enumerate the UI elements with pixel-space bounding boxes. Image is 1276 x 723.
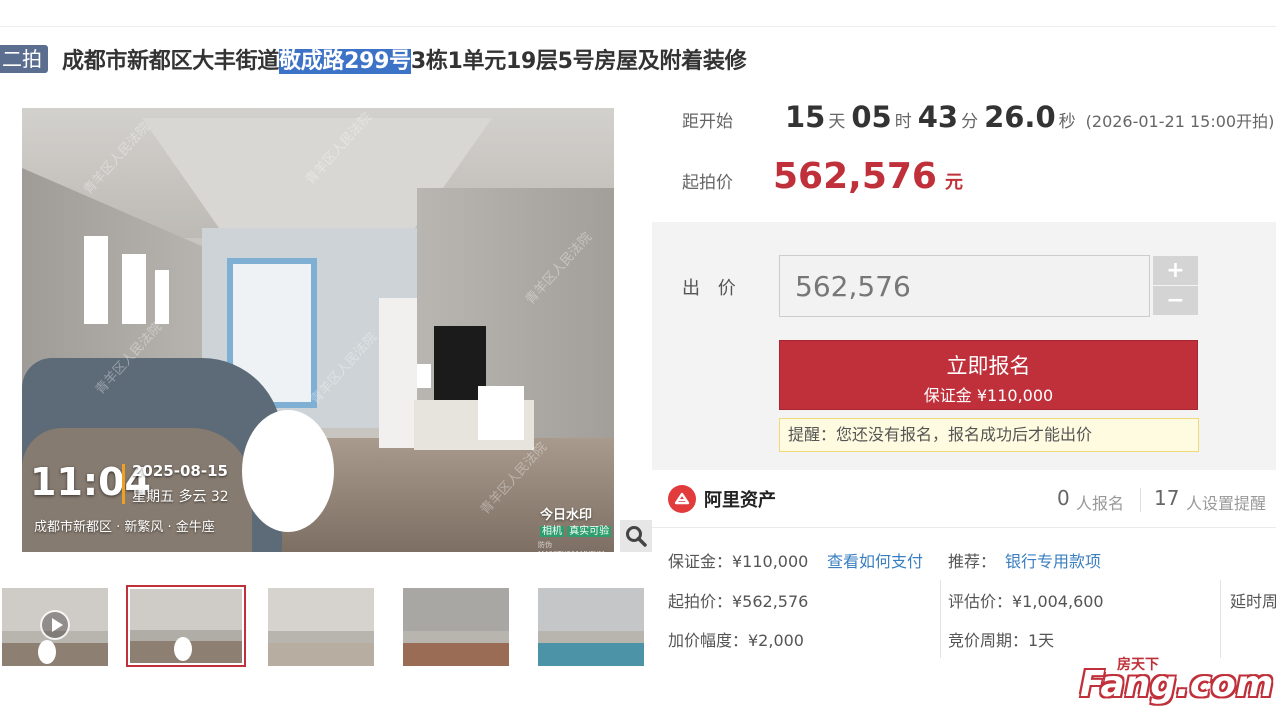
listing-title-row: 二拍 成都市新都区大丰街道敬成路299号3栋1单元19层5号房屋及附着装修 — [0, 43, 747, 75]
bank-payment-link[interactable]: 银行专用款项 — [1005, 548, 1101, 572]
start-price-detail: 起拍价：¥562,576 — [668, 592, 809, 611]
stat-divider — [1140, 488, 1141, 512]
signup-reminder: 提醒：您还没有报名，报名成功后才能出价 — [779, 418, 1199, 452]
listing-title: 成都市新都区大丰街道敬成路299号3栋1单元19层5号房屋及附着装修 — [62, 43, 747, 75]
watermark-brand: 今日水印 — [540, 508, 593, 523]
thumb-blur — [38, 640, 56, 664]
how-to-pay-link[interactable]: 查看如何支付 — [827, 548, 923, 572]
platform-name: 阿里资产 — [704, 490, 776, 511]
decrease-bid-button[interactable]: − — [1153, 286, 1198, 315]
thumb-blur — [174, 637, 192, 661]
thumb-wall — [403, 588, 509, 631]
recommend-label: 推荐： — [948, 552, 997, 571]
privacy-blur — [155, 270, 169, 324]
reminder-count: 17 — [1154, 486, 1180, 510]
start-price-label: 起拍价 — [682, 173, 733, 193]
appraisal-detail: 评估价：¥1,004,600 — [948, 592, 1104, 611]
countdown-hours: 05 — [851, 100, 892, 134]
title-part-2: 3栋1单元19层5号房屋及附着装修 — [410, 49, 747, 74]
deposit-detail: 保证金：¥110,000 — [668, 552, 809, 571]
thumbnail[interactable] — [538, 588, 644, 666]
photo-stamp-location: 成都市新都区 · 新繁风 · 金牛座 — [34, 520, 215, 535]
photo-stamp-weather: 星期五 多云 32 — [132, 489, 229, 505]
countdown-hours-unit: 时 — [894, 112, 912, 132]
cycle-detail: 竞价周期：1天 — [948, 631, 1055, 650]
increment-detail: 加价幅度：¥2,000 — [668, 631, 804, 650]
countdown-days-unit: 天 — [828, 112, 846, 132]
top-divider — [0, 26, 1276, 27]
start-price-value: 562,576 — [773, 156, 937, 197]
watermark-badge: 相机 真实可验 — [540, 522, 612, 537]
privacy-blur-oval — [242, 410, 334, 532]
play-icon — [40, 610, 70, 640]
auction-round-tag: 二拍 — [0, 45, 48, 73]
thumbnail-video[interactable] — [2, 588, 108, 666]
countdown-minutes: 43 — [917, 100, 959, 134]
zoom-button[interactable] — [620, 520, 652, 552]
detail-divider — [1220, 580, 1221, 658]
thumbnail[interactable] — [268, 588, 374, 666]
title-part-1: 成都市新都区大丰街道 — [62, 49, 280, 74]
platform-row: 阿里资产 0 人报名 17 人设置提醒 — [652, 470, 1276, 528]
photo-stamp-bar — [122, 464, 125, 504]
privacy-blur — [84, 236, 108, 324]
reminder-count-label: 人设置提醒 — [1186, 494, 1267, 513]
start-time: (2026-01-21 15:00开拍) — [1085, 112, 1275, 131]
increase-bid-button[interactable]: + — [1153, 256, 1198, 285]
countdown-label: 距开始 — [682, 112, 733, 132]
ali-logo-glyph — [674, 492, 690, 505]
bid-label: 出 价 — [682, 278, 742, 299]
photo-ac-unit — [379, 298, 417, 448]
thumb-floor — [538, 642, 644, 666]
countdown-seconds: 26.0 — [984, 100, 1056, 134]
minus-icon: − — [1166, 288, 1185, 313]
thumb-wall — [268, 588, 374, 631]
thumb-inner — [130, 589, 242, 663]
countdown: 距开始 15 天 05 时 43 分 26.0 秒 (2026-01-21 15… — [682, 100, 1274, 134]
photo-stamp-date: 2025-08-15 — [132, 462, 228, 480]
signup-button[interactable]: 立即报名 保证金 ¥110,000 — [779, 340, 1198, 410]
start-price: 起拍价 562,576 元 — [682, 156, 963, 197]
signup-count: 0 — [1057, 486, 1070, 510]
thumbnail[interactable] — [403, 588, 509, 666]
fang-logo: Fang.com — [1080, 664, 1274, 705]
privacy-blur — [417, 364, 431, 388]
signup-count-label: 人报名 — [1076, 494, 1125, 513]
detail-divider — [940, 580, 941, 658]
delay-detail: 延时周 — [1230, 592, 1276, 611]
thumb-floor — [268, 642, 374, 666]
bid-amount-input[interactable] — [779, 255, 1150, 317]
plus-icon: + — [1166, 258, 1185, 283]
countdown-seconds-unit: 秒 — [1058, 112, 1076, 132]
countdown-minutes-unit: 分 — [961, 112, 979, 132]
thumb-floor — [403, 642, 509, 666]
signup-button-label: 立即报名 — [946, 354, 1031, 378]
thumb-wall — [538, 588, 644, 631]
thumb-wall — [130, 589, 242, 630]
privacy-blur — [122, 254, 146, 324]
thumbnail-selected[interactable] — [126, 585, 246, 667]
start-price-unit: 元 — [944, 172, 963, 193]
watermark-code: 防伪 M480TX291MYFYM — [538, 541, 605, 552]
watermark-badge-right: 真实可验 — [567, 526, 612, 537]
main-photo[interactable]: 青羊区人民法院 青羊区人民法院 青羊区人民法院 青羊区人民法院 青羊区人民法院 … — [22, 108, 614, 552]
magnifier-icon — [626, 526, 647, 547]
signup-deposit: 保证金 ¥110,000 — [923, 386, 1054, 405]
title-selected-text: 敬成路299号 — [279, 49, 411, 74]
privacy-blur — [478, 386, 524, 440]
watermark-badge-left: 相机 — [540, 526, 564, 537]
ali-assets-logo-icon — [668, 485, 696, 513]
countdown-days: 15 — [785, 100, 826, 134]
